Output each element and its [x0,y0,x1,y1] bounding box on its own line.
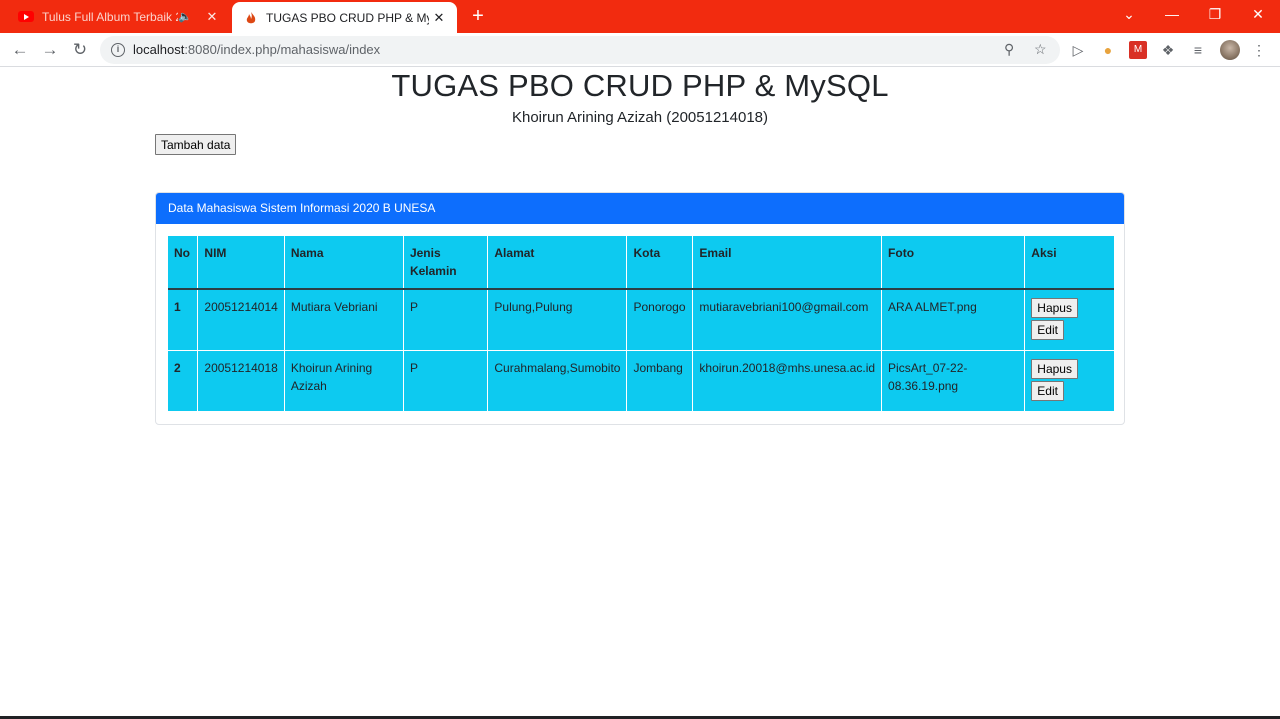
cell-nama: Mutiara Vebriani [284,288,404,351]
cell-alamat: Curahmalang,Sumobito [487,350,628,411]
column-header: Jenis Kelamin [403,236,489,290]
cell-jenis-kelamin: P [403,288,489,351]
column-header: Kota [626,236,694,290]
card-header: Data Mahasiswa Sistem Informasi 2020 B U… [156,193,1124,224]
cell-email: khoirun.20018@mhs.unesa.ac.id [692,350,883,411]
zoom-icon[interactable]: ⚲ [1004,41,1014,58]
table-header-row: No NIM Nama Jenis Kelamin Alamat Kota Em… [168,236,1114,290]
extension-arrow-icon[interactable]: ▷ [1069,41,1087,59]
media-control-icon[interactable]: ≡ [1189,41,1207,59]
column-header: Nama [284,236,404,290]
reload-icon[interactable]: ↻ [67,37,93,63]
page-content: TUGAS PBO CRUD PHP & MySQL Khoirun Arini… [0,68,1280,716]
student-table: No NIM Nama Jenis Kelamin Alamat Kota Em… [168,236,1114,411]
close-window-button[interactable]: ✕ [1236,0,1280,30]
close-icon[interactable]: ✕ [429,10,449,26]
cell-alamat: Pulung,Pulung [487,288,628,351]
cell-email: mutiaravebriani100@gmail.com [692,288,883,351]
column-header: Foto [881,236,1026,290]
tab-search-icon[interactable]: ⌄ [1107,0,1151,30]
edit-button[interactable]: Edit [1031,320,1064,340]
table-row: 1 20051214014 Mutiara Vebriani P Pulung,… [168,288,1114,351]
cell-aksi: Hapus Edit [1024,288,1114,351]
puzzle-icon[interactable]: ❖ [1159,41,1177,59]
column-header: Email [692,236,883,290]
browser-toolbar: ← → ↻ i localhost:8080/index.php/mahasis… [0,33,1280,67]
page-subtitle: Khoirun Arining Azizah (20051214018) [511,109,769,126]
cell-foto: ARA ALMET.png [881,288,1026,351]
delete-button[interactable]: Hapus [1031,298,1078,318]
url-text[interactable]: localhost:8080/index.php/mahasiswa/index [133,42,380,57]
back-icon[interactable]: ← [7,37,33,63]
cell-no: 1 [168,288,199,351]
cell-aksi: Hapus Edit [1024,350,1114,411]
cell-foto: PicsArt_07-22-08.36.19.png [881,350,1026,411]
add-data-button[interactable]: Tambah data [155,134,237,155]
site-info-icon[interactable]: i [111,43,125,57]
column-header: NIM [197,236,285,290]
close-icon[interactable]: ✕ [202,9,222,25]
tab-title: TUGAS PBO CRUD PHP & MySQL [266,10,429,25]
delete-button[interactable]: Hapus [1031,359,1078,379]
menu-kebab-icon[interactable]: ⋮ [1250,41,1268,59]
column-header: Alamat [487,236,628,290]
restore-button[interactable]: ❐ [1193,0,1237,30]
cell-nim: 20051214014 [197,288,285,351]
column-header: Aksi [1024,236,1114,290]
forward-icon[interactable]: → [37,37,63,63]
profile-avatar[interactable] [1220,40,1240,60]
address-bar[interactable]: i localhost:8080/index.php/mahasiswa/ind… [100,36,1060,64]
table-row: 2 20051214018 Khoirun Arining Azizah P C… [168,350,1114,411]
codeigniter-flame-icon [246,11,256,23]
cell-nim: 20051214018 [197,350,285,411]
new-tab-button[interactable]: + [467,5,489,27]
cell-nama: Khoirun Arining Azizah [284,350,404,411]
cell-no: 2 [168,350,199,411]
minimize-button[interactable]: — [1150,0,1194,30]
cell-kota: Jombang [626,350,694,411]
page-title: TUGAS PBO CRUD PHP & MySQL [391,68,889,103]
tab-strip: Tulus Full Album Terbaik 20... 🔈 ✕ TUGAS… [0,0,1280,33]
tab-youtube[interactable]: Tulus Full Album Terbaik 20... 🔈 ✕ [8,0,230,33]
edit-button[interactable]: Edit [1031,381,1064,401]
extension-cookie-icon[interactable]: ● [1099,41,1117,59]
speaker-icon[interactable]: 🔈 [178,10,192,23]
cell-kota: Ponorogo [626,288,694,351]
tab-crud-app[interactable]: TUGAS PBO CRUD PHP & MySQL ✕ [232,2,457,33]
bookmark-star-icon[interactable]: ☆ [1034,41,1047,58]
extension-m-icon[interactable]: M [1129,41,1147,59]
data-card: Data Mahasiswa Sistem Informasi 2020 B U… [155,192,1125,425]
youtube-icon [18,11,34,22]
column-header: No [168,236,199,290]
tab-title: Tulus Full Album Terbaik 20... [42,9,178,24]
cell-jenis-kelamin: P [403,350,489,411]
